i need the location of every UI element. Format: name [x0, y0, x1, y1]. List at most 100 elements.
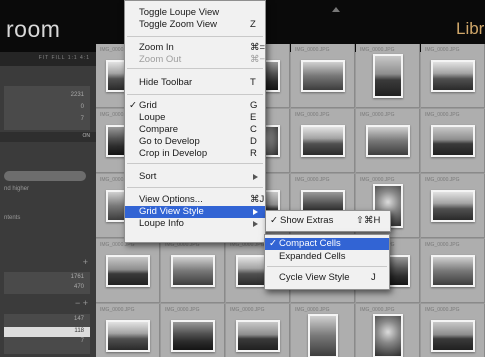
photo-thumbnail[interactable]: [431, 320, 475, 352]
grid-cell[interactable]: IMG_0000.JPG: [96, 304, 160, 357]
menu-item-loupe[interactable]: Loupe E: [125, 112, 265, 124]
count-all-photos[interactable]: 2231: [71, 92, 84, 98]
grid-cell[interactable]: IMG_0000.JPG: [421, 174, 485, 238]
photo-thumbnail[interactable]: [171, 320, 215, 352]
menu-item-crop-in-develop[interactable]: Crop in Develop R: [125, 148, 265, 160]
menu-item-label: Zoom In: [139, 42, 174, 53]
menu-item-toggle-loupe-view[interactable]: Toggle Loupe View: [125, 7, 265, 19]
menu-item-label: Sort: [139, 171, 157, 182]
navigator-zoom-options[interactable]: FIT FILL 1:1 4:1: [39, 55, 90, 61]
shortcut-label: ⇧⌘H: [356, 215, 381, 226]
count-quick-collection[interactable]: 0: [81, 104, 84, 110]
menu-item-loupe-info[interactable]: Loupe Info: [125, 218, 265, 230]
cell-filename: IMG_0000.JPG: [425, 47, 460, 53]
menu-item-label: Grid View Style: [139, 206, 204, 217]
grid-cell[interactable]: IMG_0000.JPG: [291, 44, 355, 108]
grid-cell[interactable]: IMG_0000.JPG: [161, 304, 225, 357]
rating-filter[interactable]: nd higher: [4, 186, 29, 192]
menu-item-zoom-in[interactable]: Zoom In ⌘=: [125, 42, 265, 54]
shortcut-label: ⌘−: [250, 54, 266, 65]
photo-thumbnail[interactable]: [431, 125, 475, 157]
menu-item-hide-toolbar[interactable]: Hide Toolbar T: [125, 77, 265, 89]
photo-thumbnail[interactable]: [431, 60, 475, 92]
navigator-header: FIT FILL 1:1 4:1: [0, 52, 96, 66]
grid-cell[interactable]: IMG_0000.JPG: [226, 304, 290, 357]
cell-filename: IMG_0000.JPG: [360, 112, 395, 118]
menu-item-label: View Options...: [139, 194, 203, 205]
menu-item-grid[interactable]: ✓ Grid G: [125, 100, 265, 112]
menu-item-cycle-view-style[interactable]: Cycle View Style J: [265, 272, 389, 284]
menu-item-label: Grid: [139, 100, 157, 111]
grid-cell[interactable]: IMG_0000.JPG: [421, 109, 485, 173]
grid-cell[interactable]: IMG_0000.JPG: [421, 304, 485, 357]
photo-thumbnail[interactable]: [373, 314, 403, 357]
shortcut-label: R: [250, 148, 257, 159]
checkmark-icon: ✓: [129, 100, 137, 111]
menu-item-label: Toggle Loupe View: [139, 7, 220, 18]
menu-item-go-to-develop[interactable]: Go to Develop D: [125, 136, 265, 148]
photo-thumbnail[interactable]: [171, 255, 215, 287]
menu-separator: [127, 163, 263, 164]
cell-filename: IMG_0000.JPG: [360, 47, 395, 53]
shortcut-label: E: [250, 112, 257, 123]
cell-filename: IMG_0000.JPG: [295, 177, 330, 183]
menu-item-label: Go to Develop: [139, 136, 200, 147]
checkmark-icon: ✓: [270, 215, 278, 226]
photo-thumbnail[interactable]: [301, 60, 345, 92]
menu-separator: [267, 266, 387, 267]
menu-item-label: Crop in Develop: [139, 148, 208, 159]
collection-count-3[interactable]: 7: [81, 338, 84, 344]
grid-cell[interactable]: IMG_0000.JPG: [356, 109, 420, 173]
menu-item-grid-view-style[interactable]: Grid View Style: [125, 206, 265, 218]
shortcut-label: J: [371, 272, 376, 283]
photo-thumbnail[interactable]: [366, 125, 410, 157]
shortcut-label: T: [250, 77, 256, 88]
menu-item-compare[interactable]: Compare C: [125, 124, 265, 136]
photo-thumbnail[interactable]: [106, 255, 150, 287]
shortcut-label: ⌘J: [250, 194, 265, 205]
module-picker-library[interactable]: Libr: [456, 19, 484, 39]
grid-cell[interactable]: IMG_0000.JPG: [291, 304, 355, 357]
grid-cell[interactable]: IMG_0000.JPG: [291, 109, 355, 173]
selected-collection-row[interactable]: 118: [4, 327, 90, 337]
menu-item-compact-cells[interactable]: ✓ Compact Cells: [265, 238, 389, 250]
photo-thumbnail[interactable]: [373, 54, 403, 98]
grid-cell[interactable]: IMG_0000.JPG: [421, 239, 485, 303]
app-title-left: room: [6, 16, 61, 42]
menu-item-sort[interactable]: Sort: [125, 171, 265, 183]
add-icon[interactable]: +: [83, 257, 88, 267]
grid-cell[interactable]: IMG_0000.JPG: [356, 304, 420, 357]
photo-thumbnail[interactable]: [106, 320, 150, 352]
folder-count-2[interactable]: 470: [74, 284, 84, 290]
grid-cell[interactable]: IMG_0000.JPG: [421, 44, 485, 108]
photo-thumbnail[interactable]: [308, 314, 338, 357]
photo-thumbnail[interactable]: [431, 255, 475, 287]
photo-thumbnail[interactable]: [236, 320, 280, 352]
grid-view-style-submenu: ✓ Show Extras ⇧⌘H: [265, 210, 391, 232]
menu-item-expanded-cells[interactable]: Expanded Cells: [265, 251, 389, 263]
collapse-top-panel-icon[interactable]: [332, 7, 340, 12]
menu-item-toggle-zoom-view[interactable]: Toggle Zoom View Z: [125, 19, 265, 31]
grid-cell[interactable]: IMG_0000.JPG: [356, 44, 420, 108]
menu-item-show-extras[interactable]: ✓ Show Extras ⇧⌘H: [266, 215, 390, 227]
menu-item-view-options[interactable]: View Options... ⌘J: [125, 194, 265, 206]
collection-count-1[interactable]: 147: [74, 316, 84, 322]
search-field[interactable]: [4, 171, 86, 181]
filter-on-toggle[interactable]: ON: [83, 133, 91, 139]
cell-filename: IMG_0000.JPG: [360, 307, 395, 313]
collapse-add-icon[interactable]: − +: [75, 298, 88, 308]
cell-filename: IMG_0000.JPG: [295, 307, 330, 313]
count-previous-import[interactable]: 7: [81, 116, 84, 122]
menu-separator: [127, 68, 263, 69]
menu-item-label: Compact Cells: [279, 238, 341, 249]
grid-cell[interactable]: IMG_0000.JPG: [96, 239, 160, 303]
shortcut-label: C: [250, 124, 257, 135]
menu-item-label: Toggle Zoom View: [139, 19, 217, 30]
cell-filename: IMG_0000.JPG: [100, 307, 135, 313]
submenu-arrow-icon: [253, 221, 258, 227]
grid-cell[interactable]: IMG_0000.JPG: [161, 239, 225, 303]
photo-thumbnail[interactable]: [431, 190, 475, 222]
folder-count-1[interactable]: 1761: [71, 274, 84, 280]
menu-item-label: Show Extras: [280, 215, 334, 226]
photo-thumbnail[interactable]: [301, 125, 345, 157]
